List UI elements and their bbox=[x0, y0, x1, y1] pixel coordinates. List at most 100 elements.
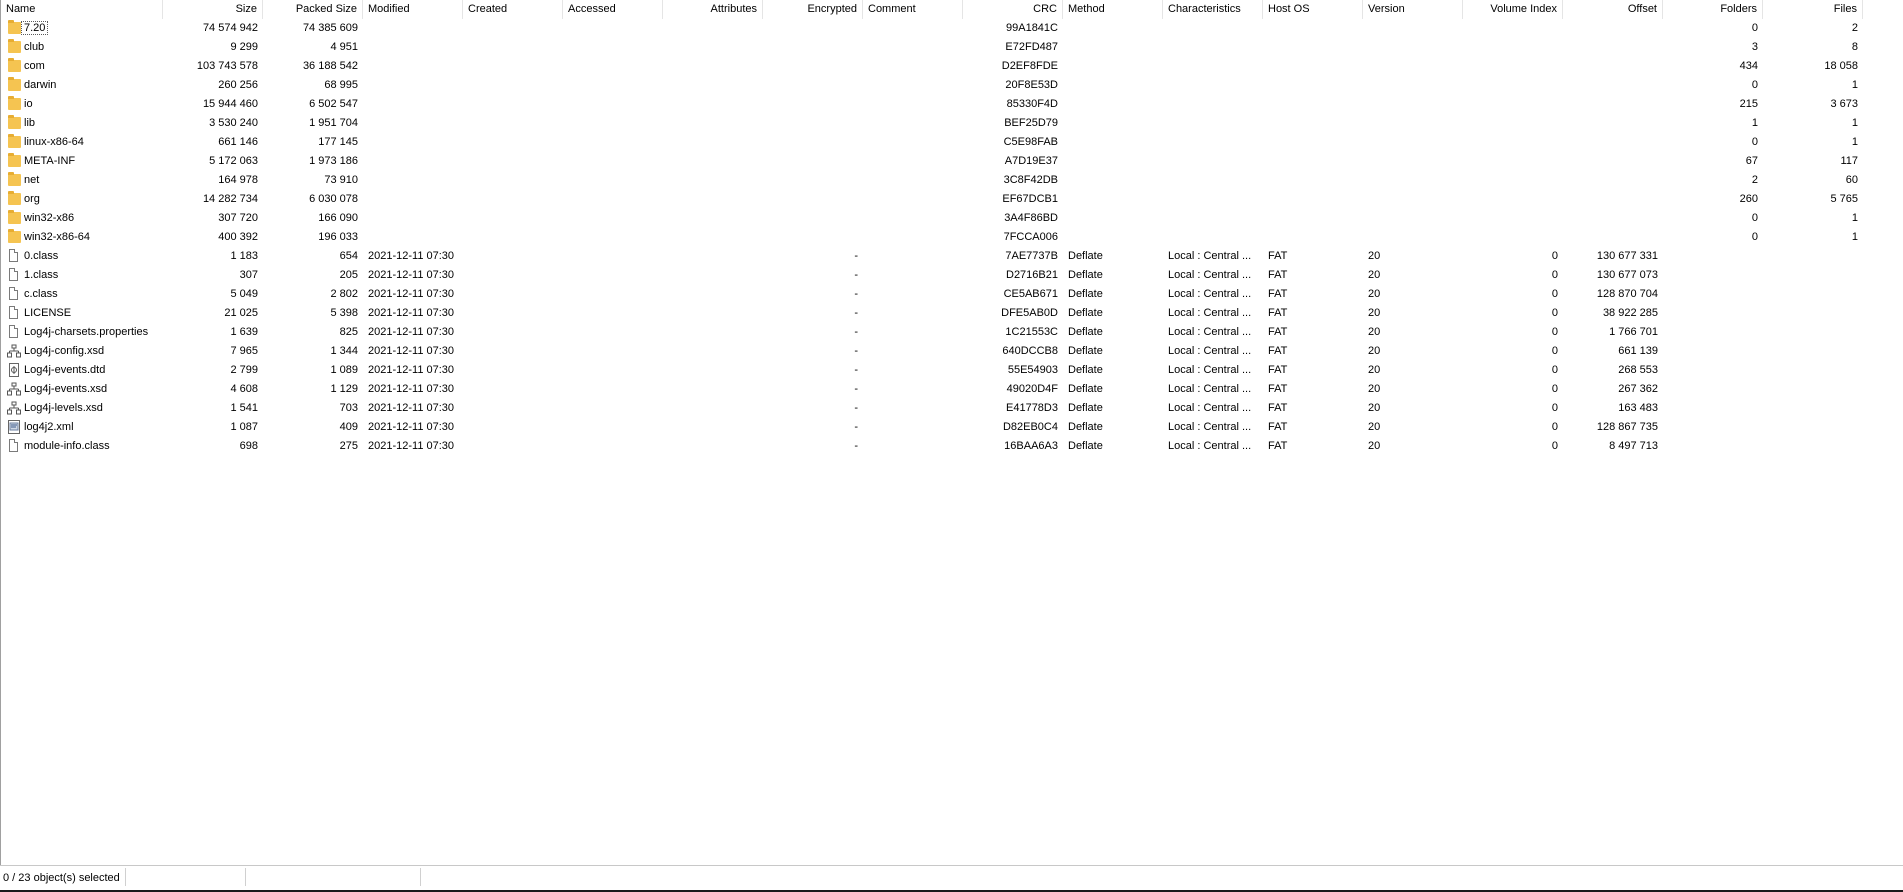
table-row[interactable]: win32-x86 307 720 166 090 3A4F86BD 0 1 bbox=[1, 209, 1903, 228]
table-row[interactable]: club 9 299 4 951 E72FD487 3 8 bbox=[1, 38, 1903, 57]
column-header-folders[interactable]: Folders bbox=[1663, 0, 1763, 19]
cell-size: 5 049 bbox=[230, 288, 258, 300]
cell-size: 164 978 bbox=[218, 174, 258, 186]
cell-crc: 640DCCB8 bbox=[1002, 345, 1058, 357]
table-row[interactable]: LICENSE 21 025 5 398 2021-12-11 07:30 - DFE5A… bbox=[1, 304, 1903, 323]
file-icon bbox=[9, 249, 18, 262]
column-header-comment[interactable]: Comment bbox=[863, 0, 963, 19]
table-row[interactable]: net 164 978 73 910 3C8F42DB 2 60 bbox=[1, 171, 1903, 190]
cell-encrypted bbox=[763, 19, 863, 38]
column-header-offset[interactable]: Offset bbox=[1563, 0, 1663, 19]
cell-comment bbox=[863, 285, 963, 304]
table-row[interactable]: Log4j-levels.xsd 1 541 703 2021-12-11 07:30… bbox=[1, 399, 1903, 418]
cell-characteristics: Local : Central ... bbox=[1168, 326, 1252, 338]
column-header-packed[interactable]: Packed Size bbox=[263, 0, 363, 19]
column-header-hostos[interactable]: Host OS bbox=[1263, 0, 1363, 19]
cell-files bbox=[1763, 437, 1863, 456]
cell-modified bbox=[363, 228, 463, 247]
cell-volindex bbox=[1463, 19, 1563, 38]
table-row[interactable]: io 15 944 460 6 502 547 85330F4D 215 3 673 bbox=[1, 95, 1903, 114]
cell-size: 1 087 bbox=[230, 421, 258, 433]
table-row[interactable]: META-INF 5 172 063 1 973 186 A7D19E37 67 117 bbox=[1, 152, 1903, 171]
table-row[interactable]: c.class 5 049 2 802 2021-12-11 07:30 - CE5AB6… bbox=[1, 285, 1903, 304]
cell-packed: 1 973 186 bbox=[309, 155, 358, 167]
column-header-crc[interactable]: CRC bbox=[963, 0, 1063, 19]
cell-created bbox=[463, 380, 563, 399]
cell-size: 103 743 578 bbox=[196, 60, 258, 72]
cell-modified: 2021-12-11 07:30 bbox=[368, 364, 455, 376]
cell-accessed bbox=[563, 437, 663, 456]
table-row[interactable]: 7.20 74 574 942 74 385 609 99A1841C 0 2 bbox=[1, 19, 1903, 38]
cell-modified: 2021-12-11 07:30 bbox=[368, 383, 455, 395]
item-name: club bbox=[24, 41, 45, 53]
cell-version bbox=[1363, 114, 1463, 133]
cell-offset bbox=[1563, 171, 1663, 190]
cell-method bbox=[1063, 209, 1163, 228]
cell-packed: 73 910 bbox=[324, 174, 358, 186]
cell-folders: 215 bbox=[1739, 98, 1758, 110]
cell-files bbox=[1763, 342, 1863, 361]
cell-comment bbox=[863, 19, 963, 38]
table-row[interactable]: Log4j-events.dtd 2 799 1 089 2021-12-11 07:… bbox=[1, 361, 1903, 380]
cell-files: 5 765 bbox=[1830, 193, 1858, 205]
column-header-modified[interactable]: Modified bbox=[363, 0, 463, 19]
cell-folders bbox=[1663, 285, 1763, 304]
column-header-volindex[interactable]: Volume Index bbox=[1463, 0, 1563, 19]
table-row[interactable]: linux-x86-64 661 146 177 145 C5E98FAB 0 1 bbox=[1, 133, 1903, 152]
cell-modified bbox=[363, 171, 463, 190]
cell-method bbox=[1063, 95, 1163, 114]
cell-attributes bbox=[663, 342, 763, 361]
cell-attributes bbox=[663, 190, 763, 209]
cell-packed: 205 bbox=[339, 269, 358, 281]
table-row[interactable]: com 103 743 578 36 188 542 D2EF8FDE 434 18 05… bbox=[1, 57, 1903, 76]
column-header-size[interactable]: Size bbox=[163, 0, 263, 19]
file-icon bbox=[9, 287, 18, 300]
cell-characteristics bbox=[1163, 57, 1263, 76]
cell-size: 307 720 bbox=[218, 212, 258, 224]
cell-files: 18 058 bbox=[1824, 60, 1858, 72]
cell-folders bbox=[1663, 304, 1763, 323]
status-bar: 0 / 23 object(s) selected bbox=[0, 865, 1903, 892]
table-row[interactable]: darwin 260 256 68 995 20F8E53D 0 1 bbox=[1, 76, 1903, 95]
cell-version bbox=[1363, 19, 1463, 38]
cell-comment bbox=[863, 76, 963, 95]
cell-packed: 275 bbox=[339, 440, 358, 452]
column-header-name[interactable]: Name bbox=[1, 0, 163, 19]
column-header-version[interactable]: Version bbox=[1363, 0, 1463, 19]
cell-hostos bbox=[1263, 171, 1363, 190]
cell-crc: C5E98FAB bbox=[1003, 136, 1058, 148]
column-header-encrypted[interactable]: Encrypted bbox=[763, 0, 863, 19]
table-row[interactable]: Log4j-charsets.properties 1 639 825 2021-12… bbox=[1, 323, 1903, 342]
cell-accessed bbox=[563, 342, 663, 361]
table-row[interactable]: log4j2.xml 1 087 409 2021-12-11 07:30 - D82EB… bbox=[1, 418, 1903, 437]
table-row[interactable]: 0.class 1 183 654 2021-12-11 07:30 - 7AE7737B… bbox=[1, 247, 1903, 266]
cell-volindex: 0 bbox=[1551, 421, 1558, 433]
cell-offset bbox=[1563, 152, 1663, 171]
table-row[interactable]: lib 3 530 240 1 951 704 BEF25D79 1 1 bbox=[1, 114, 1903, 133]
cell-hostos: FAT bbox=[1268, 326, 1288, 338]
cell-accessed bbox=[563, 190, 663, 209]
cell-files: 1 bbox=[1851, 117, 1858, 129]
cell-method bbox=[1063, 114, 1163, 133]
cell-folders: 260 bbox=[1739, 193, 1758, 205]
column-header-method[interactable]: Method bbox=[1063, 0, 1163, 19]
table-row[interactable]: win32-x86-64 400 392 196 033 7FCCA006 0 1 bbox=[1, 228, 1903, 247]
cell-name: win32-x86 bbox=[1, 209, 163, 228]
item-name: io bbox=[24, 98, 33, 110]
table-row[interactable]: Log4j-config.xsd 7 965 1 344 2021-12-11 07:… bbox=[1, 342, 1903, 361]
cell-offset: 38 922 285 bbox=[1602, 307, 1658, 319]
column-header-files[interactable]: Files bbox=[1763, 0, 1863, 19]
file-list[interactable]: Name Size Packed Size Modified Created Access… bbox=[0, 0, 1903, 865]
item-name: win32-x86 bbox=[24, 212, 75, 224]
column-header-created[interactable]: Created bbox=[463, 0, 563, 19]
column-header-accessed[interactable]: Accessed bbox=[563, 0, 663, 19]
cell-packed: 2 802 bbox=[330, 288, 358, 300]
column-header-attributes[interactable]: Attributes bbox=[663, 0, 763, 19]
table-row[interactable]: org 14 282 734 6 030 078 EF67DCB1 260 5 765 bbox=[1, 190, 1903, 209]
column-header-characteristics[interactable]: Characteristics bbox=[1163, 0, 1263, 19]
table-row[interactable]: 1.class 307 205 2021-12-11 07:30 - D2716B21 De… bbox=[1, 266, 1903, 285]
table-row[interactable]: module-info.class 698 275 2021-12-11 07:30 -… bbox=[1, 437, 1903, 456]
cell-attributes bbox=[663, 380, 763, 399]
cell-comment bbox=[863, 228, 963, 247]
table-row[interactable]: Log4j-events.xsd 4 608 1 129 2021-12-11 07:… bbox=[1, 380, 1903, 399]
